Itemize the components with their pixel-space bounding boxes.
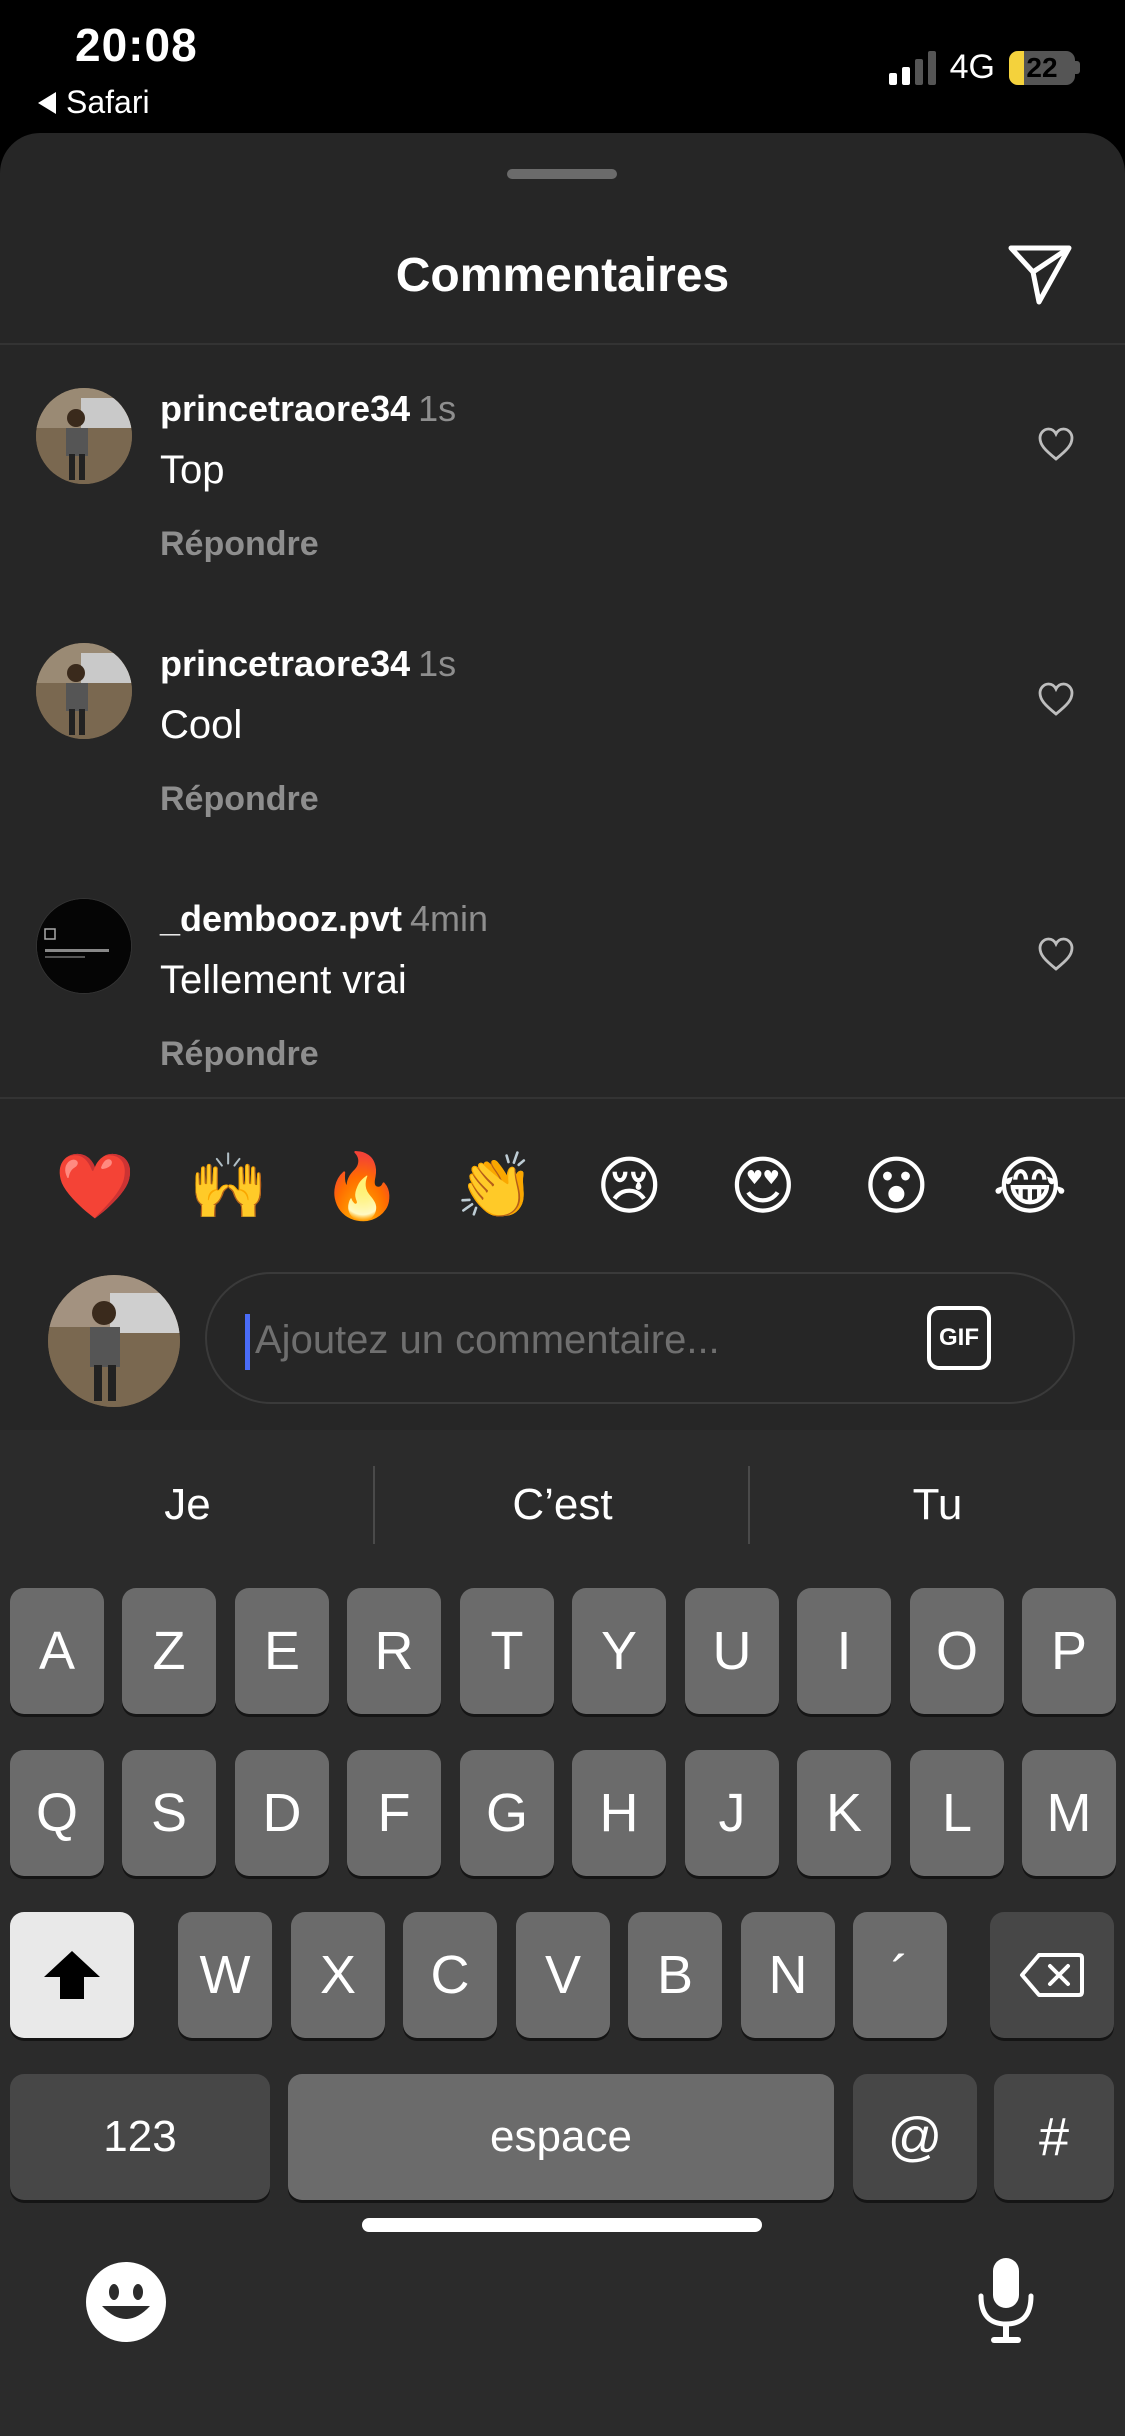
like-heart-icon[interactable] (1037, 426, 1075, 462)
suggestion-2[interactable]: C’est (375, 1480, 750, 1530)
backspace-icon (1020, 1953, 1084, 1997)
key-L[interactable]: L (910, 1750, 1004, 1876)
quick-reactions-bar: ❤️ 🙌 🔥 👏 😢 😍 😮 😂 (0, 1117, 1125, 1257)
key-J[interactable]: J (685, 1750, 779, 1876)
hash-key[interactable]: # (994, 2074, 1114, 2200)
back-arrow-icon (38, 91, 56, 114)
reaction-surprised-emoji[interactable]: 😮 (856, 1155, 936, 1219)
key-M[interactable]: M (1022, 1750, 1116, 1876)
comment-username[interactable]: princetraore34 (160, 388, 410, 429)
key-N[interactable]: N (741, 1912, 835, 2038)
comment-text: Top (160, 448, 225, 492)
comment-time: 1s (418, 643, 457, 684)
status-time: 20:08 (75, 19, 198, 71)
numbers-key[interactable]: 123 (10, 2074, 270, 2200)
back-to-safari-button[interactable]: Safari (38, 84, 150, 121)
key-acute-accent[interactable]: ´ (853, 1912, 947, 2038)
comment-input[interactable]: Ajoutez un commentaire... GIF (205, 1272, 1075, 1404)
reaction-heart-eyes-emoji[interactable]: 😍 (723, 1155, 803, 1219)
avatar[interactable] (36, 388, 132, 484)
send-icon[interactable] (1005, 238, 1075, 308)
suggestion-1[interactable]: Je (0, 1480, 375, 1530)
reply-button[interactable]: Répondre (160, 1035, 488, 1074)
keyboard: Je C’est Tu A Z E R T Y U I O P Q S D F … (0, 1430, 1125, 2436)
avatar[interactable] (36, 898, 132, 994)
key-X[interactable]: X (291, 1912, 385, 2038)
cellular-signal-icon (888, 50, 936, 85)
reaction-heart-emoji[interactable]: ❤️ (55, 1155, 135, 1219)
at-key[interactable]: @ (853, 2074, 977, 2200)
key-B[interactable]: B (628, 1912, 722, 2038)
comment-item: _dembooz.pvt 4min Tellement vrai Répondre (0, 898, 1125, 1098)
key-R[interactable]: R (347, 1588, 441, 1714)
like-heart-icon[interactable] (1037, 936, 1075, 972)
current-user-avatar (48, 1275, 180, 1407)
key-E[interactable]: E (235, 1588, 329, 1714)
key-S[interactable]: S (122, 1750, 216, 1876)
like-heart-icon[interactable] (1037, 681, 1075, 717)
suggestion-3[interactable]: Tu (750, 1480, 1125, 1530)
comment-text: Tellement vrai (160, 958, 407, 1002)
key-Q[interactable]: Q (10, 1750, 104, 1876)
emoji-keyboard-icon[interactable] (84, 2260, 168, 2344)
home-indicator[interactable] (362, 2218, 762, 2232)
autocomplete-bar: Je C’est Tu (0, 1430, 1125, 1580)
sheet-grabber[interactable] (507, 169, 617, 179)
key-D[interactable]: D (235, 1750, 329, 1876)
comment-composer: Ajoutez un commentaire... GIF (0, 1270, 1125, 1430)
key-P[interactable]: P (1022, 1588, 1116, 1714)
key-H[interactable]: H (572, 1750, 666, 1876)
shift-key[interactable] (10, 1912, 134, 2038)
reaction-fire-emoji[interactable]: 🔥 (322, 1155, 402, 1219)
key-U[interactable]: U (685, 1588, 779, 1714)
shift-arrow-icon (44, 1951, 100, 1999)
comment-text: Cool (160, 703, 243, 747)
battery-icon: 22 (1009, 50, 1075, 85)
key-I[interactable]: I (797, 1588, 891, 1714)
comment-time: 1s (418, 388, 457, 429)
key-W[interactable]: W (178, 1912, 272, 2038)
comment-username[interactable]: _dembooz.pvt (160, 898, 402, 939)
sheet-title: Commentaires (395, 249, 730, 302)
key-Z[interactable]: Z (122, 1588, 216, 1714)
network-type: 4G (949, 48, 995, 86)
battery-level: 22 (1026, 51, 1058, 83)
reply-button[interactable]: Répondre (160, 525, 456, 564)
status-bar: 20:08 Safari 4G 22 (0, 0, 1125, 130)
key-V[interactable]: V (516, 1912, 610, 2038)
microphone-icon[interactable] (971, 2254, 1041, 2346)
comment-item: princetraore34 1s Cool Répondre (0, 643, 1125, 843)
key-Y[interactable]: Y (572, 1588, 666, 1714)
header-divider (0, 343, 1125, 345)
key-K[interactable]: K (797, 1750, 891, 1876)
reaction-clap-emoji[interactable]: 👏 (456, 1155, 536, 1219)
key-T[interactable]: T (460, 1588, 554, 1714)
reaction-laugh-emoji[interactable]: 😂 (990, 1155, 1070, 1219)
key-G[interactable]: G (460, 1750, 554, 1876)
key-A[interactable]: A (10, 1588, 104, 1714)
reactions-divider (0, 1097, 1125, 1099)
key-C[interactable]: C (403, 1912, 497, 2038)
comment-placeholder: Ajoutez un commentaire... (255, 1318, 720, 1362)
comment-item: princetraore34 1s Top Répondre (0, 388, 1125, 588)
avatar[interactable] (36, 643, 132, 739)
key-O[interactable]: O (910, 1588, 1004, 1714)
reaction-raised-hands-emoji[interactable]: 🙌 (189, 1155, 269, 1219)
space-key[interactable]: espace (288, 2074, 834, 2200)
comment-username[interactable]: princetraore34 (160, 643, 410, 684)
delete-key[interactable] (990, 1912, 1114, 2038)
back-app-label: Safari (66, 84, 150, 120)
text-caret (245, 1314, 250, 1370)
gif-button[interactable]: GIF (927, 1306, 991, 1370)
status-indicators: 4G 22 (888, 48, 1080, 87)
comment-time: 4min (410, 898, 489, 939)
keyboard-bottom-bar (0, 2258, 1125, 2380)
key-F[interactable]: F (347, 1750, 441, 1876)
reaction-cry-emoji[interactable]: 😢 (589, 1155, 669, 1219)
reply-button[interactable]: Répondre (160, 780, 456, 819)
